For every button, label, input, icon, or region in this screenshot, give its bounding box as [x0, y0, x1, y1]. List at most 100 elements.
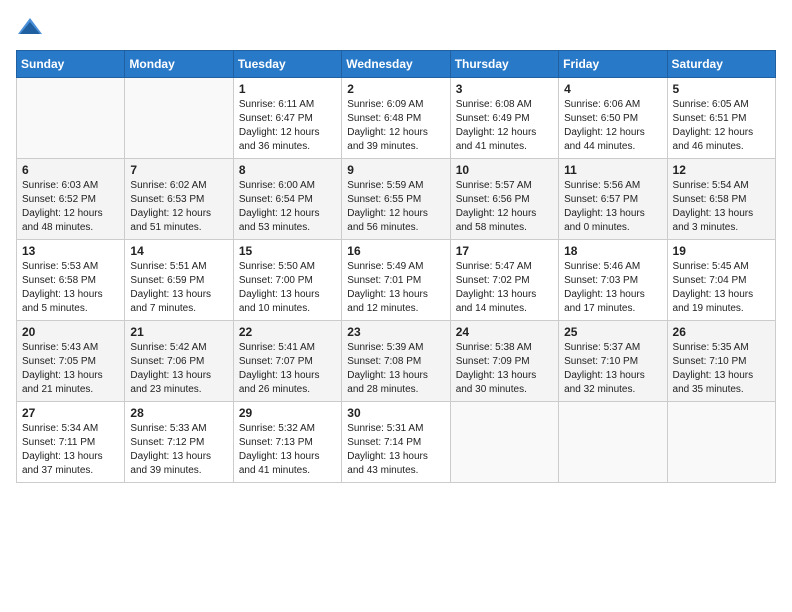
day-detail: Sunrise: 5:32 AM Sunset: 7:13 PM Dayligh… — [239, 422, 336, 478]
calendar-day-cell: 26 Sunrise: 5:35 AM Sunset: 7:10 PM Dayli… — [667, 321, 775, 402]
day-detail: Sunrise: 5:57 AM Sunset: 6:56 PM Dayligh… — [456, 179, 553, 235]
day-detail: Sunrise: 5:45 AM Sunset: 7:04 PM Dayligh… — [673, 260, 770, 316]
calendar-day-cell: 4 Sunrise: 6:06 AM Sunset: 6:50 PM Daylig… — [559, 78, 667, 159]
day-detail: Sunrise: 5:33 AM Sunset: 7:12 PM Dayligh… — [130, 422, 227, 478]
page-header — [16, 16, 776, 38]
day-number: 27 — [22, 406, 119, 420]
calendar-day-cell — [450, 402, 558, 483]
day-detail: Sunrise: 5:47 AM Sunset: 7:02 PM Dayligh… — [456, 260, 553, 316]
day-detail: Sunrise: 5:37 AM Sunset: 7:10 PM Dayligh… — [564, 341, 661, 397]
calendar-day-cell: 14 Sunrise: 5:51 AM Sunset: 6:59 PM Dayli… — [125, 240, 233, 321]
calendar-day-cell: 7 Sunrise: 6:02 AM Sunset: 6:53 PM Daylig… — [125, 159, 233, 240]
calendar-day-cell: 15Sunrise: 5:50 AM Sunset: 7:00 PM Dayli… — [233, 240, 341, 321]
day-number: 26 — [673, 325, 770, 339]
calendar-day-cell: 25 Sunrise: 5:37 AM Sunset: 7:10 PM Dayli… — [559, 321, 667, 402]
calendar-day-cell: 11 Sunrise: 5:56 AM Sunset: 6:57 PM Dayli… — [559, 159, 667, 240]
day-number: 23 — [347, 325, 444, 339]
day-detail: Sunrise: 5:43 AM Sunset: 7:05 PM Dayligh… — [22, 341, 119, 397]
day-detail: Sunrise: 5:34 AM Sunset: 7:11 PM Dayligh… — [22, 422, 119, 478]
calendar-week-row: 13 Sunrise: 5:53 AM Sunset: 6:58 PM Dayli… — [17, 240, 776, 321]
day-detail: Sunrise: 5:46 AM Sunset: 7:03 PM Dayligh… — [564, 260, 661, 316]
calendar-week-row: 6 Sunrise: 6:03 AM Sunset: 6:52 PM Daylig… — [17, 159, 776, 240]
weekday-header: Saturday — [667, 51, 775, 78]
calendar-day-cell: 19Sunrise: 5:45 AM Sunset: 7:04 PM Dayli… — [667, 240, 775, 321]
day-number: 4 — [564, 82, 661, 96]
calendar-day-cell: 10Sunrise: 5:57 AM Sunset: 6:56 PM Dayli… — [450, 159, 558, 240]
day-detail: Sunrise: 5:51 AM Sunset: 6:59 PM Dayligh… — [130, 260, 227, 316]
day-detail: Sunrise: 5:35 AM Sunset: 7:10 PM Dayligh… — [673, 341, 770, 397]
calendar-day-cell — [17, 78, 125, 159]
day-number: 3 — [456, 82, 553, 96]
day-detail: Sunrise: 5:42 AM Sunset: 7:06 PM Dayligh… — [130, 341, 227, 397]
day-detail: Sunrise: 5:56 AM Sunset: 6:57 PM Dayligh… — [564, 179, 661, 235]
weekday-header-row: SundayMondayTuesdayWednesdayThursdayFrid… — [17, 51, 776, 78]
day-number: 12 — [673, 163, 770, 177]
day-detail: Sunrise: 5:39 AM Sunset: 7:08 PM Dayligh… — [347, 341, 444, 397]
day-number: 5 — [673, 82, 770, 96]
day-detail: Sunrise: 6:00 AM Sunset: 6:54 PM Dayligh… — [239, 179, 336, 235]
calendar-day-cell: 21 Sunrise: 5:42 AM Sunset: 7:06 PM Dayli… — [125, 321, 233, 402]
day-detail: Sunrise: 5:31 AM Sunset: 7:14 PM Dayligh… — [347, 422, 444, 478]
weekday-header: Thursday — [450, 51, 558, 78]
calendar-week-row: 20Sunrise: 5:43 AM Sunset: 7:05 PM Dayli… — [17, 321, 776, 402]
day-number: 2 — [347, 82, 444, 96]
day-number: 18 — [564, 244, 661, 258]
day-number: 1 — [239, 82, 336, 96]
day-detail: Sunrise: 6:02 AM Sunset: 6:53 PM Dayligh… — [130, 179, 227, 235]
calendar-day-cell: 30 Sunrise: 5:31 AM Sunset: 7:14 PM Dayli… — [342, 402, 450, 483]
day-detail: Sunrise: 5:49 AM Sunset: 7:01 PM Dayligh… — [347, 260, 444, 316]
calendar-week-row: 1Sunrise: 6:11 AM Sunset: 6:47 PM Daylig… — [17, 78, 776, 159]
calendar-day-cell — [559, 402, 667, 483]
day-number: 14 — [130, 244, 227, 258]
calendar-table: SundayMondayTuesdayWednesdayThursdayFrid… — [16, 50, 776, 483]
logo-icon — [16, 16, 44, 38]
calendar-day-cell: 2 Sunrise: 6:09 AM Sunset: 6:48 PM Daylig… — [342, 78, 450, 159]
weekday-header: Tuesday — [233, 51, 341, 78]
day-number: 21 — [130, 325, 227, 339]
day-number: 28 — [130, 406, 227, 420]
day-number: 16 — [347, 244, 444, 258]
logo — [16, 16, 48, 38]
day-detail: Sunrise: 6:08 AM Sunset: 6:49 PM Dayligh… — [456, 98, 553, 154]
calendar-day-cell — [667, 402, 775, 483]
day-detail: Sunrise: 5:54 AM Sunset: 6:58 PM Dayligh… — [673, 179, 770, 235]
day-detail: Sunrise: 6:06 AM Sunset: 6:50 PM Dayligh… — [564, 98, 661, 154]
calendar-day-cell: 18 Sunrise: 5:46 AM Sunset: 7:03 PM Dayli… — [559, 240, 667, 321]
day-detail: Sunrise: 6:09 AM Sunset: 6:48 PM Dayligh… — [347, 98, 444, 154]
weekday-header: Friday — [559, 51, 667, 78]
day-number: 30 — [347, 406, 444, 420]
day-detail: Sunrise: 5:50 AM Sunset: 7:00 PM Dayligh… — [239, 260, 336, 316]
day-number: 29 — [239, 406, 336, 420]
weekday-header: Monday — [125, 51, 233, 78]
day-number: 11 — [564, 163, 661, 177]
day-detail: Sunrise: 6:03 AM Sunset: 6:52 PM Dayligh… — [22, 179, 119, 235]
day-number: 7 — [130, 163, 227, 177]
calendar-day-cell: 5 Sunrise: 6:05 AM Sunset: 6:51 PM Daylig… — [667, 78, 775, 159]
calendar-day-cell: 6 Sunrise: 6:03 AM Sunset: 6:52 PM Daylig… — [17, 159, 125, 240]
calendar-day-cell: 9Sunrise: 5:59 AM Sunset: 6:55 PM Daylig… — [342, 159, 450, 240]
calendar-day-cell — [125, 78, 233, 159]
day-number: 8 — [239, 163, 336, 177]
day-detail: Sunrise: 6:05 AM Sunset: 6:51 PM Dayligh… — [673, 98, 770, 154]
calendar-day-cell: 23 Sunrise: 5:39 AM Sunset: 7:08 PM Dayli… — [342, 321, 450, 402]
day-detail: Sunrise: 5:38 AM Sunset: 7:09 PM Dayligh… — [456, 341, 553, 397]
day-number: 25 — [564, 325, 661, 339]
calendar-day-cell: 24 Sunrise: 5:38 AM Sunset: 7:09 PM Dayli… — [450, 321, 558, 402]
calendar-day-cell: 8 Sunrise: 6:00 AM Sunset: 6:54 PM Daylig… — [233, 159, 341, 240]
day-number: 24 — [456, 325, 553, 339]
day-detail: Sunrise: 5:41 AM Sunset: 7:07 PM Dayligh… — [239, 341, 336, 397]
calendar-day-cell: 22 Sunrise: 5:41 AM Sunset: 7:07 PM Dayli… — [233, 321, 341, 402]
calendar-day-cell: 13 Sunrise: 5:53 AM Sunset: 6:58 PM Dayli… — [17, 240, 125, 321]
calendar-day-cell: 16 Sunrise: 5:49 AM Sunset: 7:01 PM Dayli… — [342, 240, 450, 321]
day-detail: Sunrise: 5:53 AM Sunset: 6:58 PM Dayligh… — [22, 260, 119, 316]
weekday-header: Sunday — [17, 51, 125, 78]
day-number: 6 — [22, 163, 119, 177]
day-number: 13 — [22, 244, 119, 258]
calendar-day-cell: 12 Sunrise: 5:54 AM Sunset: 6:58 PM Dayli… — [667, 159, 775, 240]
calendar-day-cell: 29 Sunrise: 5:32 AM Sunset: 7:13 PM Dayli… — [233, 402, 341, 483]
calendar-day-cell: 3 Sunrise: 6:08 AM Sunset: 6:49 PM Daylig… — [450, 78, 558, 159]
day-number: 17 — [456, 244, 553, 258]
calendar-day-cell: 1Sunrise: 6:11 AM Sunset: 6:47 PM Daylig… — [233, 78, 341, 159]
day-detail: Sunrise: 5:59 AM Sunset: 6:55 PM Dayligh… — [347, 179, 444, 235]
day-number: 22 — [239, 325, 336, 339]
